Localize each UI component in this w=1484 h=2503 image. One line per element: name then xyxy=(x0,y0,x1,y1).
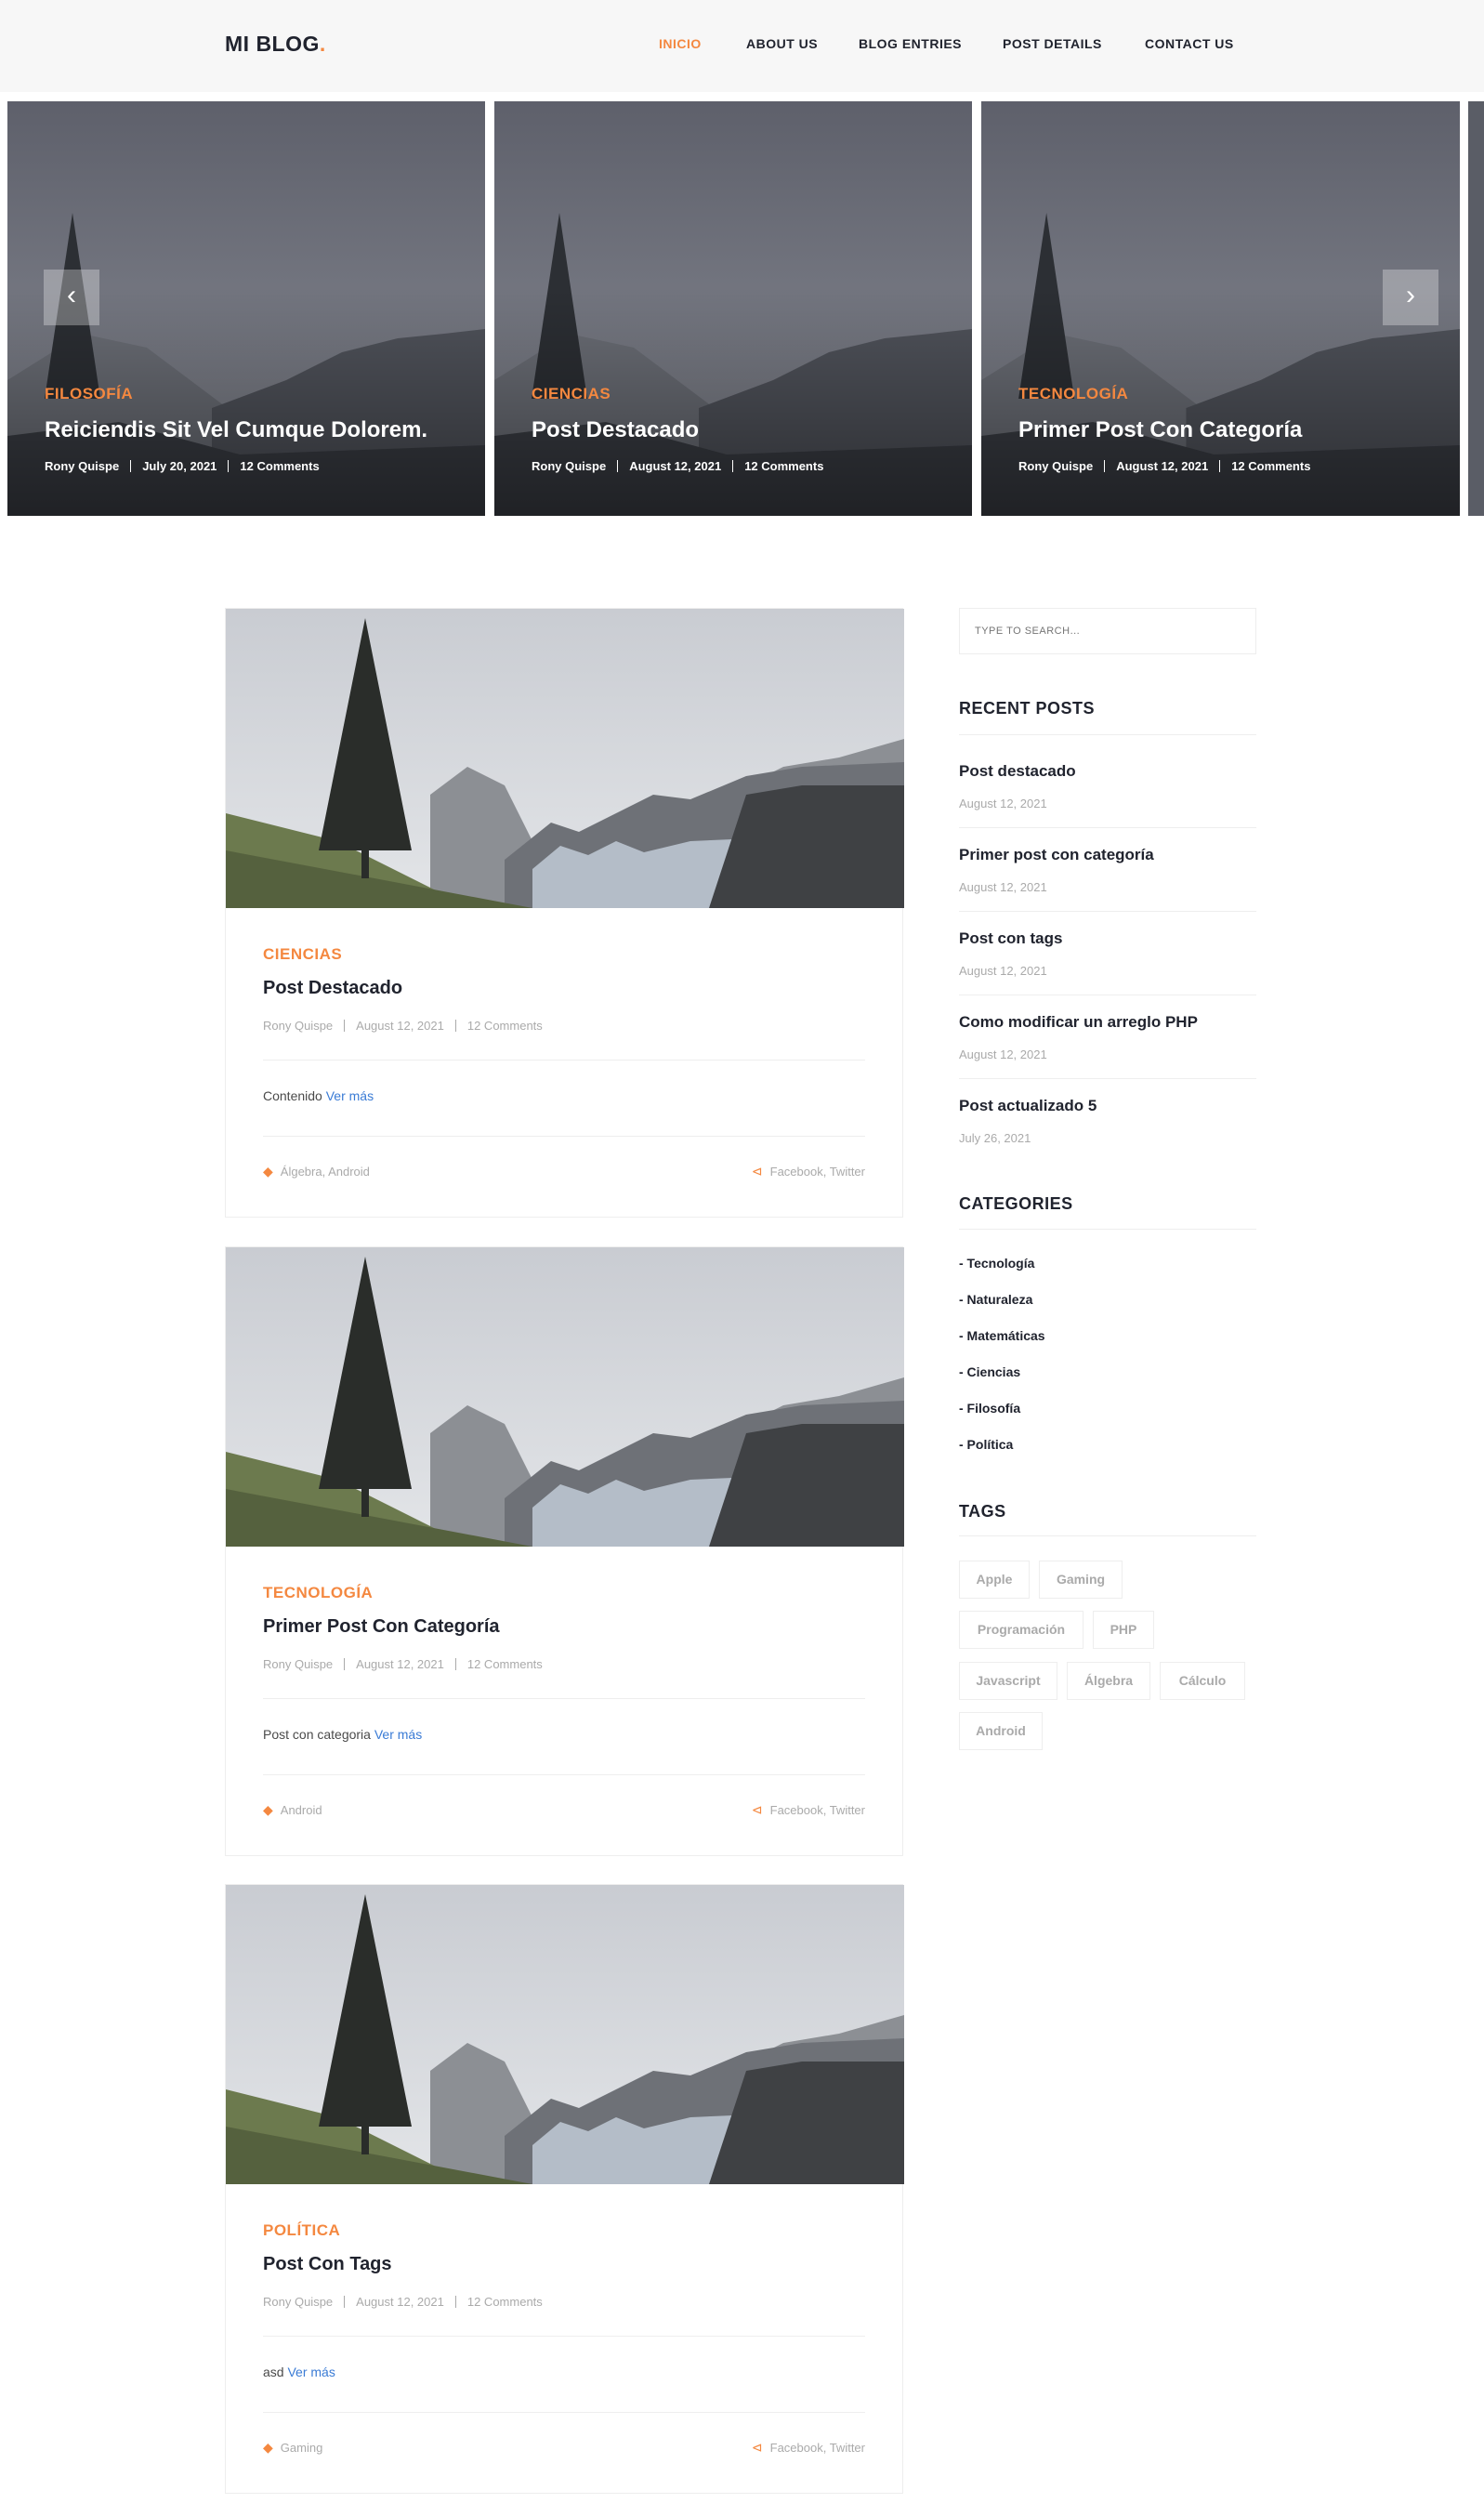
read-more-link[interactable]: Ver más xyxy=(326,1088,374,1103)
category-link[interactable]: - Filosofía xyxy=(959,1401,1020,1416)
recent-post-title[interactable]: Post con tags xyxy=(959,929,1062,948)
slide-title[interactable]: Reiciendis Sit Vel Cumque Dolorem. xyxy=(45,417,427,443)
category-link[interactable]: - Naturaleza xyxy=(959,1292,1032,1307)
post-meta: Rony Quispe August 12, 2021 12 Comments xyxy=(263,1657,543,1671)
post-tags[interactable]: ◆ Álgebra, Android xyxy=(263,1164,370,1179)
post-image[interactable] xyxy=(226,1885,904,2184)
slide-category[interactable]: TECNOLOGÍA xyxy=(1018,385,1128,403)
carousel-prev-button[interactable]: ‹ xyxy=(44,270,99,325)
tag-chip[interactable]: PHP xyxy=(1093,1611,1154,1649)
divider xyxy=(959,827,1256,828)
slide-title[interactable]: Post Destacado xyxy=(532,417,699,443)
recent-post-date: July 26, 2021 xyxy=(959,1131,1031,1145)
recent-post-title[interactable]: Post actualizado 5 xyxy=(959,1097,1097,1115)
tag-chip[interactable]: Gaming xyxy=(1039,1561,1123,1599)
recent-posts-heading: RECENT POSTS xyxy=(959,699,1096,718)
search-input[interactable] xyxy=(959,608,1256,654)
post-excerpt: Contenido Ver más xyxy=(263,1088,374,1103)
recent-post-date: August 12, 2021 xyxy=(959,1047,1047,1061)
tag-chip[interactable]: Cálculo xyxy=(1160,1662,1245,1700)
post-image[interactable] xyxy=(226,609,904,908)
divider xyxy=(959,911,1256,912)
slide-category[interactable]: FILOSOFÍA xyxy=(45,385,133,403)
post-tags[interactable]: ◆ Android xyxy=(263,1802,322,1818)
post-category[interactable]: CIENCIAS xyxy=(263,945,342,964)
post-card: CIENCIAS Post Destacado Rony Quispe Augus… xyxy=(225,608,904,1218)
divider xyxy=(263,1136,865,1137)
share-icon: ⊲ xyxy=(751,1802,763,1817)
slide-meta: Rony Quispe August 12, 2021 12 Comments xyxy=(532,459,824,473)
divider xyxy=(959,734,1256,735)
post-excerpt: Post con categoria Ver más xyxy=(263,1727,423,1742)
recent-post-date: August 12, 2021 xyxy=(959,797,1047,810)
chevron-right-icon: › xyxy=(1406,280,1415,310)
post-tags[interactable]: ◆ Gaming xyxy=(263,2440,322,2456)
post-excerpt: asd Ver más xyxy=(263,2365,335,2379)
post-title[interactable]: Post Destacado xyxy=(263,978,402,999)
nav-contact-us[interactable]: CONTACT US xyxy=(1145,36,1234,51)
post-category[interactable]: TECNOLOGÍA xyxy=(263,1584,373,1602)
nav-inicio[interactable]: INICIO xyxy=(659,36,702,51)
slide-meta: Rony Quispe July 20, 2021 12 Comments xyxy=(45,459,320,473)
site-header: MI BLOG. INICIO ABOUT US BLOG ENTRIES PO… xyxy=(0,0,1484,92)
post-card: TECNOLOGÍA Primer Post Con Categoría Ron… xyxy=(225,1246,904,1856)
categories-heading: CATEGORIES xyxy=(959,1194,1073,1213)
recent-post-title[interactable]: Como modificar un arreglo PHP xyxy=(959,1013,1198,1032)
post-image[interactable] xyxy=(226,1247,904,1547)
tag-chip[interactable]: Programación xyxy=(959,1611,1083,1649)
nav-about-us[interactable]: ABOUT US xyxy=(746,36,818,51)
chevron-left-icon: ‹ xyxy=(67,280,76,310)
divider xyxy=(263,1774,865,1775)
tag-chip[interactable]: Álgebra xyxy=(1067,1662,1150,1700)
tags-icon: ◆ xyxy=(263,1164,273,1179)
divider xyxy=(959,1078,1256,1079)
recent-post-title[interactable]: Post destacado xyxy=(959,762,1076,781)
tags-heading: TAGS xyxy=(959,1502,1006,1521)
nav-post-details[interactable]: POST DETAILS xyxy=(1003,36,1102,51)
slide-image xyxy=(494,101,972,516)
share-icon: ⊲ xyxy=(751,1164,763,1179)
read-more-link[interactable]: Ver más xyxy=(287,2365,335,2379)
post-meta: Rony Quispe August 12, 2021 12 Comments xyxy=(263,1019,543,1033)
main-nav: INICIO ABOUT US BLOG ENTRIES POST DETAIL… xyxy=(0,36,1484,55)
category-link[interactable]: - Tecnología xyxy=(959,1256,1034,1271)
divider xyxy=(263,2336,865,2337)
category-link[interactable]: - Matemáticas xyxy=(959,1328,1045,1343)
slide-title[interactable]: Primer Post Con Categoría xyxy=(1018,417,1302,443)
post-share[interactable]: ⊲ Facebook, Twitter xyxy=(752,1164,865,1179)
slide-meta: Rony Quispe August 12, 2021 12 Comments xyxy=(1018,459,1311,473)
tag-chip[interactable]: Android xyxy=(959,1712,1043,1750)
post-card: POLÍTICA Post Con Tags Rony Quispe August… xyxy=(225,1884,904,2494)
share-icon: ⊲ xyxy=(751,2440,763,2455)
next-slide-peek xyxy=(1468,101,1484,516)
post-category[interactable]: POLÍTICA xyxy=(263,2221,340,2240)
recent-post-title[interactable]: Primer post con categoría xyxy=(959,846,1154,864)
divider xyxy=(263,1698,865,1699)
post-share[interactable]: ⊲ Facebook, Twitter xyxy=(752,2440,865,2456)
carousel-next-button[interactable]: › xyxy=(1383,270,1438,325)
recent-post-date: August 12, 2021 xyxy=(959,880,1047,894)
divider xyxy=(959,1229,1256,1230)
tag-chip[interactable]: Javascript xyxy=(959,1662,1057,1700)
post-meta: Rony Quispe August 12, 2021 12 Comments xyxy=(263,2295,543,2309)
divider xyxy=(263,2412,865,2413)
divider xyxy=(959,1535,1256,1536)
read-more-link[interactable]: Ver más xyxy=(374,1727,422,1742)
post-title[interactable]: Post Con Tags xyxy=(263,2254,392,2275)
carousel-slide[interactable]: CIENCIAS Post Destacado Rony Quispe Augus… xyxy=(494,101,972,516)
nav-blog-entries[interactable]: BLOG ENTRIES xyxy=(859,36,962,51)
category-link[interactable]: - Ciencias xyxy=(959,1364,1020,1379)
category-link[interactable]: - Política xyxy=(959,1437,1013,1452)
recent-post-date: August 12, 2021 xyxy=(959,964,1047,978)
tag-chip[interactable]: Apple xyxy=(959,1561,1030,1599)
slide-category[interactable]: CIENCIAS xyxy=(532,385,611,403)
tags-icon: ◆ xyxy=(263,1802,273,1817)
post-title[interactable]: Primer Post Con Categoría xyxy=(263,1616,500,1638)
post-share[interactable]: ⊲ Facebook, Twitter xyxy=(752,1802,865,1818)
featured-carousel: FILOSOFÍA Reiciendis Sit Vel Cumque Dolo… xyxy=(0,101,1484,516)
tags-icon: ◆ xyxy=(263,2440,273,2455)
